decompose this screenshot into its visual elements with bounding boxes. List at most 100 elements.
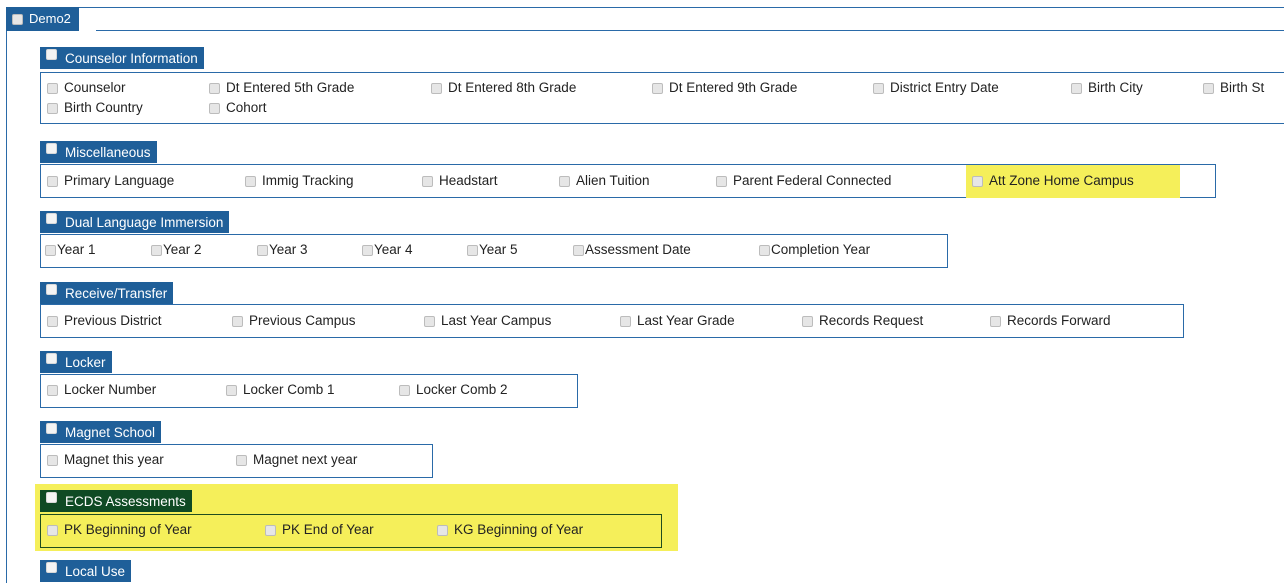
field-label: Last Year Grade xyxy=(637,313,735,328)
field-year-2[interactable]: Year 2 xyxy=(151,242,202,257)
group-header[interactable]: Receive/Transfer xyxy=(40,282,174,304)
checkbox[interactable] xyxy=(467,245,478,256)
field-previous-campus[interactable]: Previous Campus xyxy=(232,313,356,328)
field-magnet-this-year[interactable]: Magnet this year xyxy=(47,452,164,467)
field-last-year-campus[interactable]: Last Year Campus xyxy=(424,313,551,328)
checkbox[interactable] xyxy=(236,455,247,466)
checkbox[interactable] xyxy=(559,176,570,187)
demo2-header[interactable]: Demo2 xyxy=(6,7,79,31)
group-header[interactable]: Local Use xyxy=(40,560,132,582)
checkbox[interactable] xyxy=(399,385,410,396)
checkbox[interactable] xyxy=(226,385,237,396)
checkbox[interactable] xyxy=(245,176,256,187)
group-dual-language-immersion: Dual Language Immersion xyxy=(40,211,230,233)
field-assessment-date[interactable]: Assessment Date xyxy=(573,242,691,257)
group-header[interactable]: Counselor Information xyxy=(40,47,204,69)
checkbox[interactable] xyxy=(620,316,631,327)
field-label: PK Beginning of Year xyxy=(64,522,192,537)
field-cohort[interactable]: Cohort xyxy=(209,100,267,115)
field-records-request[interactable]: Records Request xyxy=(802,313,923,328)
field-year-1[interactable]: Year 1 xyxy=(45,242,96,257)
field-year-5[interactable]: Year 5 xyxy=(467,242,518,257)
group-checkbox[interactable] xyxy=(46,283,57,295)
checkbox[interactable] xyxy=(47,83,58,94)
checkbox[interactable] xyxy=(573,245,584,256)
field-last-year-grade[interactable]: Last Year Grade xyxy=(620,313,735,328)
field-magnet-next-year[interactable]: Magnet next year xyxy=(236,452,357,467)
group-checkbox[interactable] xyxy=(46,48,57,60)
field-counselor[interactable]: Counselor xyxy=(47,80,126,95)
checkbox[interactable] xyxy=(873,83,884,94)
checkbox[interactable] xyxy=(424,316,435,327)
field-dt-entered-8th-grade[interactable]: Dt Entered 8th Grade xyxy=(431,80,576,95)
checkbox[interactable] xyxy=(47,525,58,536)
field-previous-district[interactable]: Previous District xyxy=(47,313,162,328)
checkbox[interactable] xyxy=(47,316,58,327)
field-locker-comb-2[interactable]: Locker Comb 2 xyxy=(399,382,508,397)
field-birth-country[interactable]: Birth Country xyxy=(47,100,143,115)
checkbox[interactable] xyxy=(209,83,220,94)
group-magnet-school: Magnet School xyxy=(40,421,162,443)
field-birth-city[interactable]: Birth City xyxy=(1071,80,1143,95)
field-completion-year[interactable]: Completion Year xyxy=(759,242,870,257)
checkbox[interactable] xyxy=(47,103,58,114)
checkbox[interactable] xyxy=(47,176,58,187)
field-dt-entered-5th-grade[interactable]: Dt Entered 5th Grade xyxy=(209,80,354,95)
field-district-entry-date[interactable]: District Entry Date xyxy=(873,80,999,95)
group-checkbox[interactable] xyxy=(46,142,57,154)
checkbox[interactable] xyxy=(802,316,813,327)
field-att-zone-home-campus[interactable]: Att Zone Home Campus xyxy=(972,173,1134,188)
checkbox[interactable] xyxy=(437,525,448,536)
field-pk-beginning-of-year[interactable]: PK Beginning of Year xyxy=(47,522,192,537)
field-birth-state[interactable]: Birth St xyxy=(1203,80,1264,95)
checkbox[interactable] xyxy=(759,245,770,256)
checkbox[interactable] xyxy=(232,316,243,327)
field-headstart[interactable]: Headstart xyxy=(422,173,498,188)
checkbox[interactable] xyxy=(47,385,58,396)
checkbox[interactable] xyxy=(422,176,433,187)
group-title: Magnet School xyxy=(65,424,156,440)
group-checkbox[interactable] xyxy=(46,212,57,224)
group-header[interactable]: Magnet School xyxy=(40,421,162,443)
checkbox[interactable] xyxy=(47,455,58,466)
checkbox[interactable] xyxy=(431,83,442,94)
field-parent-federal-connected[interactable]: Parent Federal Connected xyxy=(716,173,891,188)
field-records-forward[interactable]: Records Forward xyxy=(990,313,1111,328)
checkbox[interactable] xyxy=(209,103,220,114)
checkbox[interactable] xyxy=(265,525,276,536)
demo2-rule xyxy=(96,30,1284,31)
group-checkbox[interactable] xyxy=(46,561,57,573)
field-locker-comb-1[interactable]: Locker Comb 1 xyxy=(226,382,335,397)
checkbox[interactable] xyxy=(716,176,727,187)
field-dt-entered-9th-grade[interactable]: Dt Entered 9th Grade xyxy=(652,80,797,95)
checkbox[interactable] xyxy=(45,245,56,256)
group-header[interactable]: Dual Language Immersion xyxy=(40,211,230,233)
field-year-3[interactable]: Year 3 xyxy=(257,242,308,257)
field-primary-language[interactable]: Primary Language xyxy=(47,173,174,188)
checkbox[interactable] xyxy=(652,83,663,94)
group-checkbox[interactable] xyxy=(46,491,57,503)
field-label: Dt Entered 8th Grade xyxy=(448,80,577,95)
checkbox[interactable] xyxy=(362,245,373,256)
field-year-4[interactable]: Year 4 xyxy=(362,242,413,257)
field-pk-end-of-year[interactable]: PK End of Year xyxy=(265,522,374,537)
group-checkbox[interactable] xyxy=(46,352,57,364)
field-label: Previous Campus xyxy=(249,313,356,328)
checkbox[interactable] xyxy=(1203,83,1214,94)
field-label: Birth City xyxy=(1088,80,1143,95)
checkbox[interactable] xyxy=(1071,83,1082,94)
field-label: Records Request xyxy=(819,313,924,328)
group-header[interactable]: ECDS Assessments xyxy=(40,490,192,512)
checkbox[interactable] xyxy=(972,176,983,187)
group-header[interactable]: Miscellaneous xyxy=(40,141,157,163)
group-checkbox[interactable] xyxy=(46,422,57,434)
checkbox[interactable] xyxy=(151,245,162,256)
field-locker-number[interactable]: Locker Number xyxy=(47,382,156,397)
group-header[interactable]: Locker xyxy=(40,351,112,373)
field-immig-tracking[interactable]: Immig Tracking xyxy=(245,173,354,188)
checkbox[interactable] xyxy=(990,316,1001,327)
field-alien-tuition[interactable]: Alien Tuition xyxy=(559,173,650,188)
field-kg-beginning-of-year[interactable]: KG Beginning of Year xyxy=(437,522,583,537)
demo2-checkbox[interactable] xyxy=(12,13,23,25)
checkbox[interactable] xyxy=(257,245,268,256)
